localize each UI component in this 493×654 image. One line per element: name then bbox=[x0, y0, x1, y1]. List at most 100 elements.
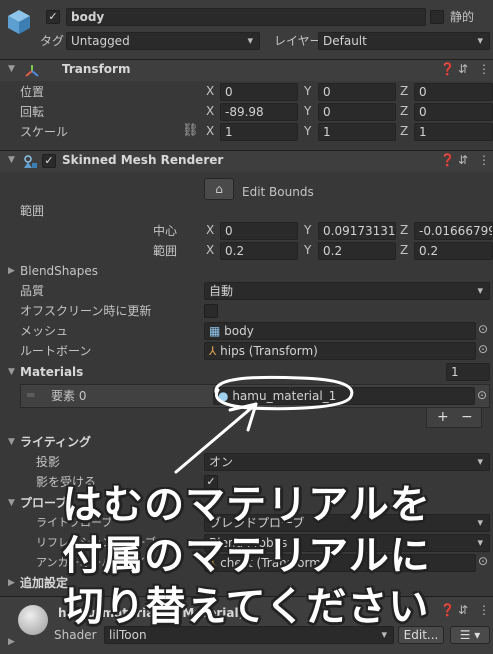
axis-z-label: Z bbox=[400, 243, 409, 257]
quality-dropdown[interactable]: 自動 bbox=[204, 282, 490, 300]
edit-bounds-button[interactable]: ⌂ bbox=[204, 178, 234, 200]
transform-title: Transform bbox=[62, 62, 131, 76]
quality-label: 品質 bbox=[20, 284, 45, 298]
axis-x-label: X bbox=[206, 243, 215, 257]
help-icon[interactable]: ❓ bbox=[440, 62, 455, 76]
axis-z-label: Z bbox=[400, 104, 409, 118]
annotation-line-2: 付属のマテリアルに bbox=[62, 533, 431, 579]
active-checkbox[interactable]: ✓ bbox=[46, 10, 60, 24]
collapse-arrow-icon[interactable]: ▼ bbox=[8, 64, 15, 74]
static-label: 静的 bbox=[450, 10, 475, 24]
smr-title: Skinned Mesh Renderer bbox=[62, 153, 224, 167]
axis-y-label: Y bbox=[304, 243, 312, 257]
element-material-value: hamu_material_1 bbox=[232, 389, 337, 403]
object-picker-icon[interactable]: ⊙ bbox=[478, 322, 488, 336]
collapse-arrow-icon[interactable]: ▼ bbox=[8, 155, 15, 165]
rootbone-field[interactable]: ⅄ hips (Transform) bbox=[204, 342, 476, 360]
axis-z-label: Z bbox=[400, 84, 409, 98]
tag-value: Untagged bbox=[71, 34, 130, 48]
axis-y-label: Y bbox=[304, 104, 312, 118]
rotation-label: 回転 bbox=[20, 105, 45, 119]
mesh-label: メッシュ bbox=[20, 324, 69, 338]
axis-y-label: Y bbox=[304, 84, 312, 98]
cast-shadows-dropdown[interactable]: オン bbox=[204, 453, 490, 471]
rotation-y-field[interactable]: 0 bbox=[318, 103, 396, 121]
tag-label: タグ bbox=[40, 34, 65, 48]
scale-z-field[interactable]: 1 bbox=[414, 123, 493, 141]
center-label: 中心 bbox=[153, 224, 178, 238]
layer-value: Default bbox=[323, 34, 367, 48]
materials-label[interactable]: Materials bbox=[20, 364, 83, 380]
layer-dropdown[interactable]: Default bbox=[318, 32, 490, 50]
blendshapes-arrow-icon[interactable]: ▶ bbox=[8, 266, 15, 276]
scale-x-field[interactable]: 1 bbox=[220, 123, 298, 141]
rootbone-label: ルートボーン bbox=[20, 344, 92, 358]
extent-z-field[interactable]: 0.2 bbox=[414, 242, 493, 260]
tag-dropdown[interactable]: Untagged bbox=[66, 32, 260, 50]
element-material-field[interactable]: ● hamu_material_1 bbox=[213, 387, 475, 405]
scale-y-field[interactable]: 1 bbox=[318, 123, 396, 141]
center-y-field[interactable]: 0.09173131 bbox=[318, 222, 396, 240]
blendshapes-label[interactable]: BlendShapes bbox=[20, 263, 98, 279]
mesh-value: body bbox=[224, 324, 254, 338]
axis-x-label: X bbox=[206, 124, 215, 138]
mesh-field[interactable]: ▦ body bbox=[204, 322, 476, 340]
center-z-field[interactable]: -0.01666799 bbox=[414, 222, 493, 240]
axis-x-label: X bbox=[206, 223, 215, 237]
static-checkbox[interactable] bbox=[430, 10, 444, 24]
smr-enabled-checkbox[interactable]: ✓ bbox=[42, 154, 56, 168]
edit-bounds-label: Edit Bounds bbox=[242, 185, 314, 199]
position-label: 位置 bbox=[20, 85, 45, 99]
materials-arrow-icon[interactable]: ▼ bbox=[8, 367, 15, 377]
skinned-mesh-icon bbox=[24, 155, 37, 168]
extent-x-field[interactable]: 0.2 bbox=[220, 242, 298, 260]
position-y-field[interactable]: 0 bbox=[318, 83, 396, 101]
more-icon[interactable]: ⋮ bbox=[478, 62, 490, 76]
materials-count-field[interactable]: 1 bbox=[446, 363, 490, 381]
presets-icon[interactable]: ⇵ bbox=[458, 62, 468, 76]
axis-y-label: Y bbox=[304, 223, 312, 237]
add-element-button[interactable]: + bbox=[437, 409, 449, 425]
transform-icon bbox=[25, 65, 39, 77]
remove-element-button[interactable]: − bbox=[461, 409, 473, 425]
layer-label: レイヤー bbox=[274, 34, 322, 48]
help-icon[interactable]: ❓ bbox=[440, 153, 455, 167]
lighting-label[interactable]: ライティング bbox=[20, 434, 91, 450]
quality-value: 自動 bbox=[209, 284, 234, 298]
center-x-field[interactable]: 0 bbox=[220, 222, 298, 240]
rotation-x-field[interactable]: -89.98 bbox=[220, 103, 298, 121]
cast-shadows-value: オン bbox=[209, 455, 234, 469]
more-icon[interactable]: ⋮ bbox=[478, 153, 490, 167]
presets-icon[interactable]: ⇵ bbox=[458, 153, 468, 167]
rootbone-value: hips (Transform) bbox=[220, 344, 318, 358]
transform-header[interactable]: ▼ Transform ❓ ⇵ ⋮ bbox=[0, 59, 493, 81]
lighting-arrow-icon[interactable]: ▼ bbox=[8, 437, 15, 447]
extent-y-field[interactable]: 0.2 bbox=[318, 242, 396, 260]
smr-header[interactable]: ▼ ✓ Skinned Mesh Renderer ❓ ⇵ ⋮ bbox=[0, 150, 493, 172]
list-buttons: + − bbox=[426, 408, 482, 428]
bounds-label: 範囲 bbox=[20, 204, 45, 218]
edit-bounds-icon: ⌂ bbox=[215, 182, 223, 196]
object-picker-icon[interactable]: ⊙ bbox=[478, 342, 488, 356]
object-name-field[interactable]: body bbox=[66, 8, 426, 26]
object-header: ✓ body 静的 タグ Untagged レイヤー Default bbox=[0, 0, 493, 60]
rotation-z-field[interactable]: 0 bbox=[414, 103, 493, 121]
cube-icon bbox=[8, 10, 30, 34]
axis-y-label: Y bbox=[304, 124, 312, 138]
transform-small-icon: ⅄ bbox=[209, 344, 217, 358]
extent-label: 範囲 bbox=[153, 244, 178, 258]
element-label: 要素 0 bbox=[51, 389, 87, 403]
position-z-field[interactable]: 0 bbox=[414, 83, 493, 101]
position-x-field[interactable]: 0 bbox=[220, 83, 298, 101]
material-sphere-icon: ● bbox=[218, 389, 229, 403]
annotation-line-3: 切り替えてください bbox=[63, 584, 430, 630]
material-arrow-icon[interactable]: ▶ bbox=[8, 637, 15, 647]
cast-shadows-label: 投影 bbox=[36, 455, 61, 469]
drag-handle-icon[interactable]: ═ bbox=[27, 388, 34, 402]
offscreen-label: オフスクリーン時に更新 bbox=[20, 304, 152, 318]
axis-z-label: Z bbox=[400, 124, 409, 138]
link-icon[interactable]: ⛓ bbox=[182, 123, 199, 138]
object-picker-icon[interactable]: ⊙ bbox=[477, 388, 487, 402]
offscreen-checkbox[interactable] bbox=[204, 304, 218, 318]
scale-label: スケール bbox=[20, 125, 69, 139]
